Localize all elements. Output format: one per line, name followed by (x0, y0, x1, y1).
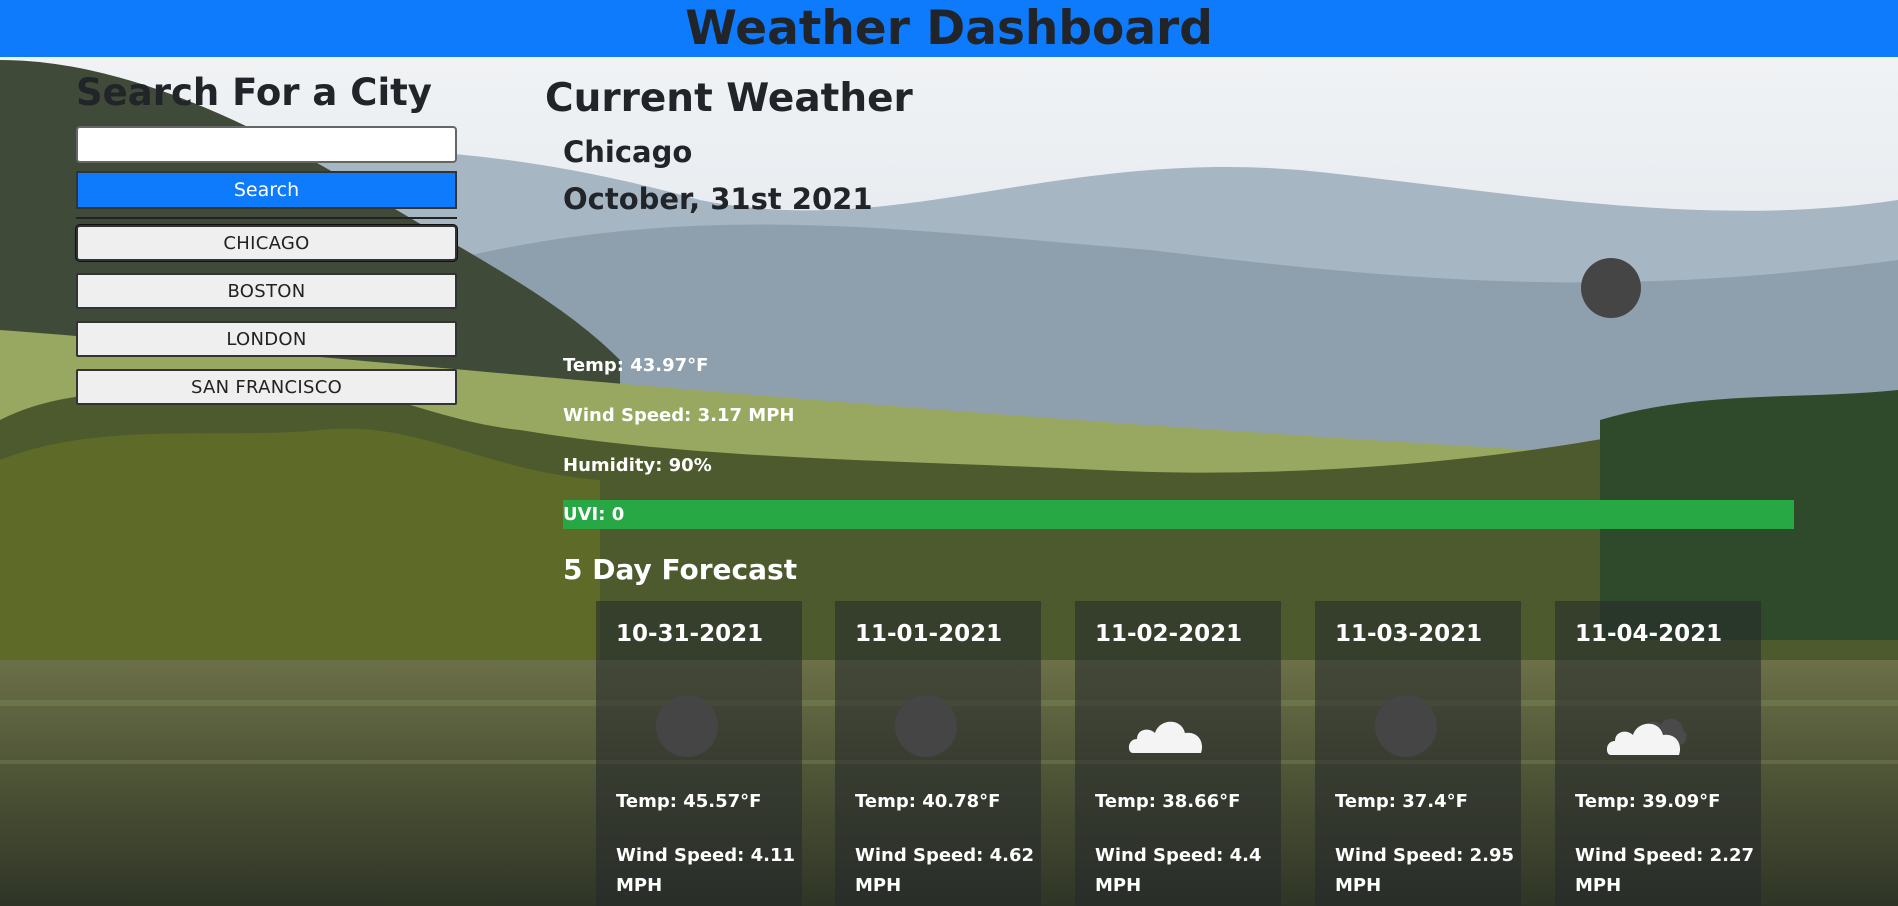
forecast-card: 11-02-2021 Temp: 38.66°F Wind Speed: 4.4… (1075, 601, 1281, 906)
clear-night-icon (1367, 693, 1447, 763)
history-city-button[interactable]: CHICAGO (76, 225, 457, 261)
current-temp: Temp: 43.97°F (563, 355, 709, 376)
clear-night-icon (1581, 258, 1641, 318)
forecast-temp: Temp: 39.09°F (1575, 791, 1721, 812)
forecast-date: 11-02-2021 (1095, 621, 1243, 647)
uvi-label: UVI: 0 (563, 504, 625, 525)
current-wind: Wind Speed: 3.17 MPH (563, 405, 795, 426)
forecast-wind: Wind Speed: 4.4 MPH (1095, 845, 1262, 896)
header-bar: Weather Dashboard (0, 0, 1898, 57)
forecast-temp: Temp: 40.78°F (855, 791, 1001, 812)
current-date: October, 31st 2021 (563, 182, 873, 216)
forecast-date: 11-04-2021 (1575, 621, 1723, 647)
history-city-button[interactable]: LONDON (76, 321, 457, 357)
forecast-temp: Temp: 45.57°F (616, 791, 762, 812)
history-city-button[interactable]: BOSTON (76, 273, 457, 309)
forecast-heading: 5 Day Forecast (563, 553, 798, 586)
forecast-card: 11-01-2021 Temp: 40.78°F Wind Speed: 4.6… (835, 601, 1041, 906)
forecast-card: 11-04-2021 Temp: 39.09°F Wind Speed: 2.2… (1555, 601, 1761, 906)
forecast-card: 10-31-2021 Temp: 45.57°F Wind Speed: 4.1… (596, 601, 802, 906)
current-weather-heading: Current Weather (545, 76, 913, 121)
forecast-card: 11-03-2021 Temp: 37.4°F Wind Speed: 2.95… (1315, 601, 1521, 906)
current-city-name: Chicago (563, 135, 693, 169)
clear-night-icon (648, 693, 728, 763)
search-heading: Search For a City (76, 71, 432, 114)
forecast-date: 10-31-2021 (616, 621, 764, 647)
broken-clouds-icon (1606, 693, 1687, 763)
forecast-wind: Wind Speed: 2.95 MPH (1335, 845, 1515, 896)
search-history-list: CHICAGO BOSTON LONDON SAN FRANCISCO (76, 225, 457, 405)
history-city-button[interactable]: SAN FRANCISCO (76, 369, 457, 405)
forecast-date: 11-01-2021 (855, 621, 1003, 647)
sidebar-divider (76, 217, 457, 219)
forecast-wind: Wind Speed: 4.62 MPH (855, 845, 1035, 896)
forecast-temp: Temp: 37.4°F (1335, 791, 1468, 812)
forecast-temp: Temp: 38.66°F (1095, 791, 1241, 812)
current-humidity: Humidity: 90% (563, 455, 712, 476)
search-button[interactable]: Search (76, 171, 457, 209)
search-sidebar: Search For a City Search CHICAGO BOSTON … (76, 68, 457, 417)
uvi-indicator: UVI: 0 (563, 500, 1794, 529)
forecast-wind: Wind Speed: 2.27 MPH (1575, 845, 1755, 896)
city-search-input[interactable] (76, 126, 457, 163)
app-title: Weather Dashboard (685, 1, 1213, 56)
forecast-wind: Wind Speed: 4.11 MPH (616, 845, 796, 896)
forecast-date: 11-03-2021 (1335, 621, 1483, 647)
cloud-icon (1127, 693, 1207, 763)
clear-night-icon (887, 693, 967, 763)
